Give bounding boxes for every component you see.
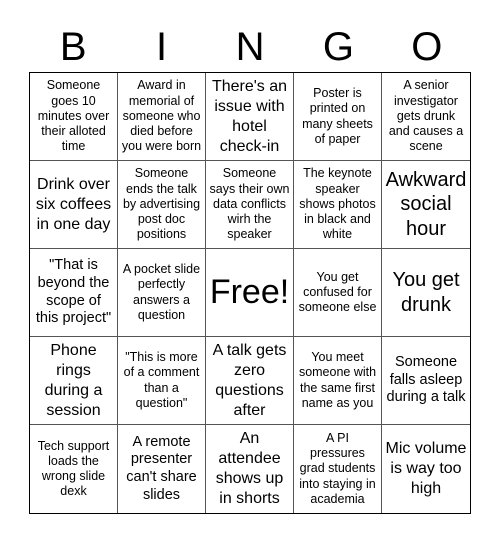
bingo-cell[interactable]: Awkward social hour xyxy=(382,161,470,249)
bingo-cell[interactable]: A pocket slide perfectly answers a quest… xyxy=(118,249,206,337)
bingo-cell[interactable]: A PI pressures grad students into stayin… xyxy=(294,425,382,513)
bingo-free-space[interactable]: Free! xyxy=(206,249,294,337)
header-letter-b: B xyxy=(59,25,87,69)
bingo-cell[interactable]: Tech support loads the wrong slide dexk xyxy=(30,425,118,513)
bingo-cell[interactable]: You get drunk xyxy=(382,249,470,337)
bingo-cell[interactable]: "This is more of a comment than a questi… xyxy=(118,337,206,425)
bingo-header: B I N G O xyxy=(29,22,471,72)
bingo-cell[interactable]: You get confused for someone else xyxy=(294,249,382,337)
bingo-cell[interactable]: You meet someone with the same first nam… xyxy=(294,337,382,425)
bingo-cell[interactable]: Someone ends the talk by advertising pos… xyxy=(118,161,206,249)
bingo-cell[interactable]: Poster is printed on many sheets of pape… xyxy=(294,73,382,161)
bingo-cell[interactable]: Award in memorial of someone who died be… xyxy=(118,73,206,161)
bingo-cell[interactable]: Drink over six coffees in one day xyxy=(30,161,118,249)
bingo-cell[interactable]: Mic volume is way too high xyxy=(382,425,470,513)
bingo-cell[interactable]: A senior investigator gets drunk and cau… xyxy=(382,73,470,161)
bingo-cell[interactable]: Someone falls asleep during a talk xyxy=(382,337,470,425)
header-letter-i: I xyxy=(156,25,168,69)
bingo-cell[interactable]: There's an issue with hotel check-in xyxy=(206,73,294,161)
bingo-cell[interactable]: A talk gets zero questions after xyxy=(206,337,294,425)
bingo-grid: Someone goes 10 minutes over their allot… xyxy=(29,72,471,514)
header-letter-n: N xyxy=(235,25,265,69)
header-letter-o: O xyxy=(411,25,443,69)
bingo-cell[interactable]: Someone goes 10 minutes over their allot… xyxy=(30,73,118,161)
bingo-cell[interactable]: Phone rings during a session xyxy=(30,337,118,425)
bingo-cell[interactable]: The keynote speaker shows photos in blac… xyxy=(294,161,382,249)
bingo-cell[interactable]: Someone says their own data conflicts wi… xyxy=(206,161,294,249)
bingo-cell[interactable]: "That is beyond the scope of this projec… xyxy=(30,249,118,337)
header-letter-g: G xyxy=(322,25,354,69)
bingo-cell[interactable]: A remote presenter can't share slides xyxy=(118,425,206,513)
bingo-cell[interactable]: An attendee shows up in shorts xyxy=(206,425,294,513)
